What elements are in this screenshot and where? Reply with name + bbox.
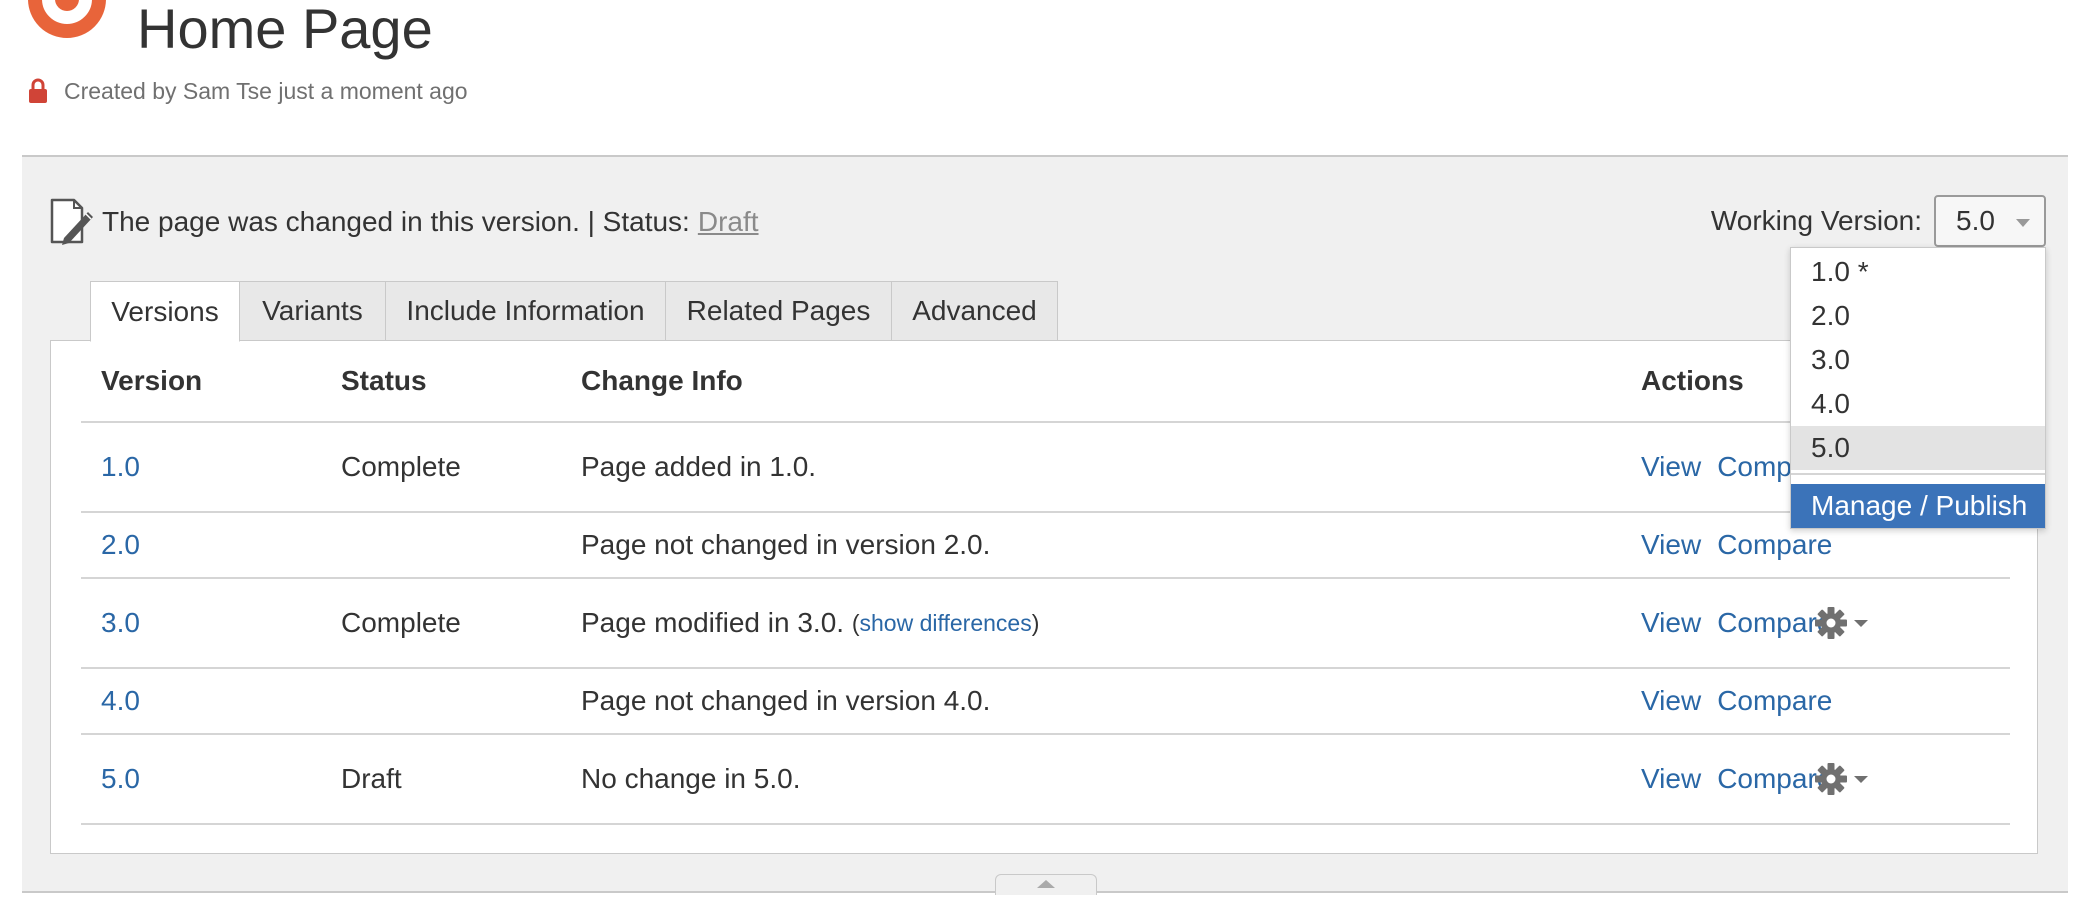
version-panel: The page was changed in this version. | … — [22, 155, 2068, 895]
tab-bar: Versions Variants Include Information Re… — [90, 281, 1058, 342]
page-title: Home Page — [137, 0, 433, 60]
tab-related-pages[interactable]: Related Pages — [666, 281, 892, 341]
change-info: No change in 5.0. — [581, 763, 801, 794]
version-option[interactable]: 4.0 — [1791, 382, 2045, 426]
column-header-change-info: Change Info — [581, 365, 743, 396]
view-link[interactable]: View — [1641, 451, 1701, 483]
versions-table: Version Status Change Info Actions 1.0 C… — [50, 340, 2038, 854]
compare-link[interactable]: Compare — [1717, 529, 1832, 561]
version-option[interactable]: 3.0 — [1791, 338, 2045, 382]
brand-logo-icon — [28, 0, 106, 38]
page-byline: Created by Sam Tse just a moment ago — [28, 76, 468, 106]
table-row: 3.0 Complete Page modified in 3.0. (show… — [81, 579, 2010, 669]
column-header-status: Status — [341, 365, 427, 396]
change-message: The page was changed in this version. | … — [102, 206, 690, 237]
edit-document-icon — [50, 198, 93, 245]
dropdown-divider — [1791, 473, 2045, 475]
row-menu-button[interactable] — [1814, 579, 1870, 667]
view-link[interactable]: View — [1641, 763, 1701, 795]
table-row: 5.0 Draft No change in 5.0. View Compare — [81, 735, 2010, 825]
version-link[interactable]: 4.0 — [101, 669, 140, 733]
version-option[interactable]: 1.0 * — [1791, 250, 2045, 294]
table-row: 1.0 Complete Page added in 1.0. View Com… — [81, 423, 2010, 513]
version-status: Complete — [341, 451, 461, 482]
table-row: 2.0 Page not changed in version 2.0. Vie… — [81, 513, 2010, 579]
view-link[interactable]: View — [1641, 607, 1701, 639]
manage-publish-button[interactable]: Manage / Publish — [1791, 484, 2045, 528]
version-status: Draft — [341, 763, 402, 794]
version-link[interactable]: 5.0 — [101, 735, 140, 823]
draft-status-link[interactable]: Draft — [698, 206, 759, 238]
collapse-up-icon — [1037, 880, 1055, 888]
tab-include-information[interactable]: Include Information — [386, 281, 666, 341]
change-info: Page added in 1.0. — [581, 451, 817, 482]
row-actions: View Compare — [1641, 669, 1848, 733]
tab-advanced[interactable]: Advanced — [892, 281, 1058, 341]
table-header-row: Version Status Change Info Actions — [81, 341, 2010, 423]
chevron-down-icon — [2016, 219, 2030, 227]
version-link[interactable]: 1.0 — [101, 423, 140, 511]
compare-link[interactable]: Compare — [1717, 685, 1832, 717]
change-info-text: Page modified in 3.0. — [581, 607, 845, 638]
gear-icon — [1815, 607, 1868, 639]
column-header-actions: Actions — [1641, 365, 1744, 396]
working-version-value: 5.0 — [1956, 205, 1995, 236]
version-option[interactable]: 2.0 — [1791, 294, 2045, 338]
change-info: Page not changed in version 2.0. — [581, 529, 991, 560]
change-info: Page modified in 3.0. (show differences) — [581, 579, 1039, 667]
change-status-line: The page was changed in this version. | … — [48, 197, 759, 247]
diff-open-paren: ( — [851, 609, 860, 636]
working-version-label: Working Version: — [1710, 205, 1922, 236]
row-menu-button[interactable] — [1814, 735, 1870, 823]
table-row: 4.0 Page not changed in version 4.0. Vie… — [81, 669, 2010, 735]
diff-close-paren: ) — [1031, 609, 1040, 636]
collapse-panel-button[interactable] — [995, 874, 1097, 895]
byline-text: Created by Sam Tse just a moment ago — [64, 77, 468, 104]
tab-versions[interactable]: Versions — [90, 281, 240, 342]
view-link[interactable]: View — [1641, 529, 1701, 561]
working-version-dropdown: 1.0 * 2.0 3.0 4.0 5.0 Manage / Publish — [1790, 247, 2046, 529]
version-status: Complete — [341, 607, 461, 638]
change-info: Page not changed in version 4.0. — [581, 685, 991, 716]
show-differences-link[interactable]: show differences — [860, 610, 1032, 637]
gear-icon — [1815, 763, 1868, 795]
working-version-select[interactable]: 5.0 — [1934, 195, 2046, 247]
version-link[interactable]: 2.0 — [101, 513, 140, 577]
version-option-selected[interactable]: 5.0 — [1791, 426, 2045, 470]
tab-variants[interactable]: Variants — [240, 281, 386, 341]
lock-icon — [29, 78, 47, 103]
column-header-version: Version — [101, 365, 203, 396]
view-link[interactable]: View — [1641, 685, 1701, 717]
version-link[interactable]: 3.0 — [101, 579, 140, 667]
